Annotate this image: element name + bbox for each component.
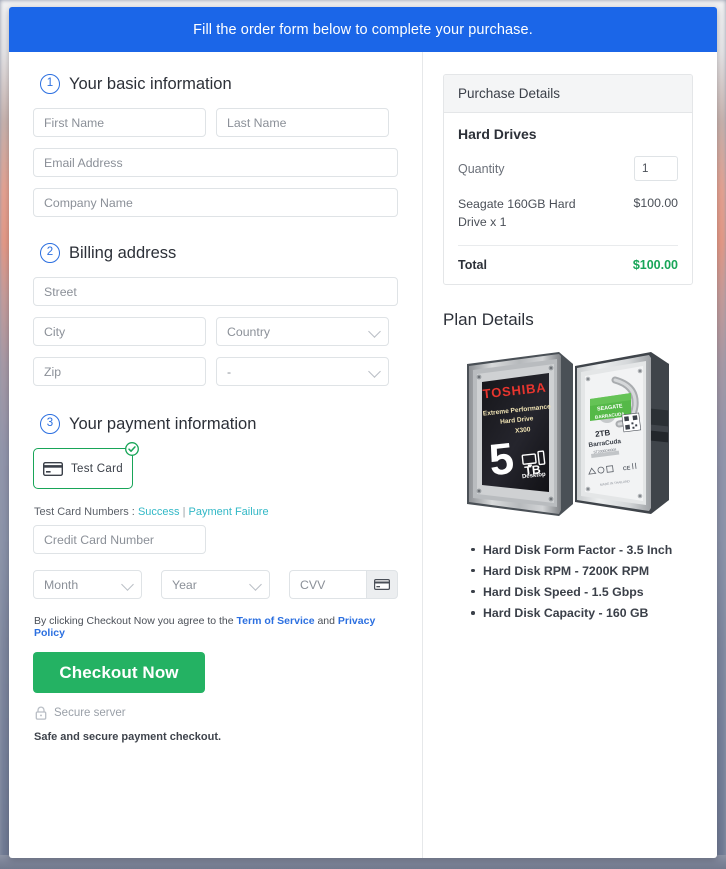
expiry-cvv-row: Month Year: [33, 570, 398, 599]
terms-of-service-link[interactable]: Term of Service: [237, 615, 315, 627]
check-circle-icon: [125, 442, 139, 456]
purchase-details-panel: Purchase Details Hard Drives Quantity Se…: [443, 74, 693, 285]
terms-notice: By clicking Checkout Now you agree to th…: [34, 615, 398, 639]
step-1-number: 1: [40, 74, 60, 94]
total-amount: $100.00: [632, 257, 678, 272]
year-select-wrapper: Year: [161, 570, 270, 599]
cvv-group: [289, 570, 398, 599]
line-item-row: Seagate 160GB Hard Drive x 1 $100.00: [458, 196, 678, 246]
step-3-heading: 3 Your payment information: [40, 414, 398, 434]
payment-method-wrapper: Test Card: [33, 442, 139, 489]
step-3-title: Your payment information: [69, 414, 257, 433]
total-label: Total: [458, 257, 487, 272]
test-card-prefix: Test Card Numbers :: [34, 506, 135, 518]
email-field-row: [33, 148, 398, 177]
banner-message: Fill the order form below to complete yo…: [193, 21, 533, 38]
quantity-input[interactable]: [634, 156, 678, 181]
purchase-details-body: Hard Drives Quantity Seagate 160GB Hard …: [444, 113, 692, 284]
company-field-row: [33, 188, 398, 217]
first-name-input[interactable]: [33, 108, 206, 137]
plan-spec-item: Hard Disk Speed - 1.5 Gbps: [471, 582, 693, 603]
svg-text:CE: CE: [623, 465, 632, 472]
checkout-now-button[interactable]: Checkout Now: [33, 652, 205, 693]
step-2-heading: 2 Billing address: [40, 243, 398, 263]
street-field-row: [33, 277, 398, 306]
secure-server-note: Secure server: [35, 706, 398, 720]
product-name: Hard Drives: [458, 126, 537, 142]
month-select-wrapper: Month: [33, 570, 142, 599]
svg-text:2TB: 2TB: [595, 428, 611, 439]
country-select-wrapper: Country: [216, 317, 389, 346]
zip-input[interactable]: [33, 357, 206, 386]
qr-code-glyph: [621, 412, 642, 432]
plan-spec-item: Hard Disk Capacity - 160 GB: [471, 603, 693, 624]
total-row: Total $100.00: [458, 246, 678, 272]
purchase-details-header: Purchase Details: [444, 75, 692, 113]
payment-method-label: Test Card: [71, 462, 123, 475]
email-input[interactable]: [33, 148, 398, 177]
line-item-amount: $100.00: [633, 196, 678, 210]
summary-column: Purchase Details Hard Drives Quantity Se…: [423, 52, 717, 858]
street-input[interactable]: [33, 277, 398, 306]
step-3-number: 3: [40, 414, 60, 434]
card-number-row: [33, 525, 398, 554]
expiry-month-value: Month: [44, 577, 79, 592]
expiry-year-select[interactable]: Year: [161, 570, 270, 599]
terms-and: and: [317, 615, 335, 627]
credit-card-number-input[interactable]: [33, 525, 206, 554]
last-name-input[interactable]: [216, 108, 389, 137]
order-form-column: 1 Your basic information 2 Billing addre…: [9, 52, 423, 858]
checkout-body: 1 Your basic information 2 Billing addre…: [9, 52, 717, 858]
line-item-description: Seagate 160GB Hard Drive x 1: [458, 197, 576, 229]
name-field-row: [33, 108, 398, 137]
quantity-row: Quantity: [458, 156, 678, 181]
city-input[interactable]: [33, 317, 206, 346]
expiry-month-select[interactable]: Month: [33, 570, 142, 599]
seagate-barracuda-drive: SEAGATE BARRACUDA 2TB BarraCuda ST2000DM…: [575, 351, 669, 514]
test-card-success-link[interactable]: Success: [138, 506, 180, 518]
state-select-value: -: [227, 364, 232, 379]
test-card-failure-link[interactable]: Payment Failure: [189, 506, 269, 518]
plan-spec-item: Hard Disk RPM - 7200K RPM: [471, 561, 693, 582]
zip-state-row: -: [33, 357, 398, 386]
state-select-wrapper: -: [216, 357, 389, 386]
credit-card-icon: [374, 579, 390, 590]
hard-drives-product-image: TOSHIBA Extreme Performance Hard Drive X…: [467, 351, 669, 516]
order-form-banner: Fill the order form below to complete yo…: [9, 7, 717, 52]
quantity-label: Quantity: [458, 161, 505, 176]
toshiba-x300-drive: TOSHIBA Extreme Performance Hard Drive X…: [467, 351, 573, 516]
terms-prefix: By clicking Checkout Now you agree to th…: [34, 615, 234, 627]
payment-method-test-card[interactable]: Test Card: [33, 448, 133, 489]
plan-spec-item: Hard Disk Form Factor - 3.5 Inch: [471, 540, 693, 561]
step-1-heading: 1 Your basic information: [40, 74, 398, 94]
step-2-number: 2: [40, 243, 60, 263]
cvv-input[interactable]: [289, 570, 366, 599]
country-select[interactable]: Country: [216, 317, 389, 346]
lock-icon: [35, 706, 47, 720]
credit-card-icon: [43, 461, 63, 476]
safe-checkout-note: Safe and secure payment checkout.: [34, 731, 222, 743]
secure-server-label: Secure server: [54, 707, 126, 719]
country-select-value: Country: [227, 324, 271, 339]
company-name-input[interactable]: [33, 188, 398, 217]
state-select[interactable]: -: [216, 357, 389, 386]
step-2-title: Billing address: [69, 243, 177, 262]
plan-specs-list: Hard Disk Form Factor - 3.5 Inch Hard Di…: [443, 540, 693, 625]
cvv-help-button[interactable]: [366, 570, 398, 599]
expiry-year-value: Year: [172, 577, 197, 592]
plan-details-title: Plan Details: [443, 309, 534, 329]
test-card-separator: |: [182, 506, 186, 518]
step-1-title: Your basic information: [69, 74, 232, 93]
checkout-card: Fill the order form below to complete yo…: [9, 7, 717, 858]
city-country-row: Country: [33, 317, 398, 346]
test-card-numbers-note: Test Card Numbers : Success | Payment Fa…: [34, 506, 398, 518]
